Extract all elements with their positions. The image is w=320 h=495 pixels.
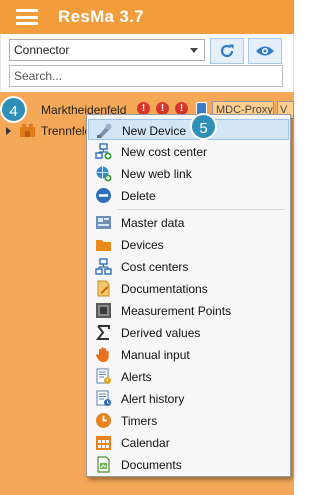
menu-item-devices[interactable]: Devices	[88, 234, 289, 255]
menu-item-documents[interactable]: Documents	[88, 454, 289, 475]
step-badge-4: 4	[0, 96, 27, 123]
step-badge-5: 5	[190, 113, 217, 140]
menu-item-new-device[interactable]: New Device	[88, 119, 289, 140]
documents-icon	[97, 456, 110, 473]
tree-node-label: Trennfeld	[41, 124, 92, 138]
clock-icon	[96, 413, 111, 428]
menu-item-label: Documents	[121, 458, 182, 472]
menu-item-cost-centers[interactable]: Cost centers	[88, 256, 289, 277]
new-device-icon	[97, 123, 112, 138]
alerts-icon	[96, 368, 111, 384]
eye-icon	[256, 46, 274, 56]
menu-item-label: Master data	[121, 216, 185, 230]
menu-item-derived-values[interactable]: Derived values	[88, 322, 289, 343]
menu-item-new-web-link[interactable]: New web link	[88, 163, 289, 184]
menu-item-label: Delete	[121, 189, 156, 203]
devices-folder-icon	[96, 240, 111, 251]
new-web-link-icon	[96, 166, 112, 182]
menu-item-label: Derived values	[121, 326, 201, 340]
alert-history-icon	[96, 390, 111, 406]
title-bar: ResMa 3.7	[0, 0, 294, 34]
app-title: ResMa 3.7	[58, 7, 144, 26]
menu-item-manual-input[interactable]: Manual input	[88, 344, 289, 365]
menu-item-label: Devices	[121, 238, 164, 252]
menu-item-documentations[interactable]: Documentations	[88, 278, 289, 299]
delete-icon	[96, 188, 111, 203]
menu-item-label: New cost center	[121, 145, 208, 159]
menu-separator	[117, 209, 285, 210]
menu-item-label: Manual input	[121, 348, 190, 362]
menu-item-label: Documentations	[121, 282, 208, 296]
building-icon	[20, 124, 35, 137]
cost-centers-icon	[95, 258, 112, 275]
calendar-icon	[96, 436, 111, 450]
hamburger-menu-icon[interactable]	[16, 9, 38, 25]
menu-item-label: Alert history	[121, 392, 185, 406]
menu-item-new-cost-center[interactable]: New cost center	[88, 141, 289, 162]
menu-item-label: Cost centers	[121, 260, 189, 274]
menu-item-label: New web link	[121, 167, 192, 181]
measurement-points-icon	[96, 303, 111, 318]
connector-selector[interactable]: Connector	[9, 39, 205, 61]
menu-item-measurement-points[interactable]: Measurement Points	[88, 300, 289, 321]
menu-item-label: Alerts	[121, 370, 152, 384]
menu-item-label: New Device	[122, 124, 187, 138]
search-input[interactable]	[9, 65, 283, 87]
sigma-icon	[95, 325, 110, 340]
documentations-icon	[97, 280, 110, 297]
refresh-icon	[220, 44, 234, 58]
expand-arrow-icon[interactable]	[6, 127, 11, 135]
menu-item-timers[interactable]: Timers	[88, 410, 289, 431]
menu-item-delete[interactable]: Delete	[88, 185, 289, 206]
menu-item-label: Calendar	[121, 436, 170, 450]
view-button[interactable]	[248, 38, 282, 64]
menu-item-label: Measurement Points	[121, 304, 232, 318]
connector-selector-value: Connector	[14, 43, 70, 57]
menu-item-alerts[interactable]: Alerts	[88, 366, 289, 387]
refresh-button[interactable]	[210, 38, 244, 64]
master-data-icon	[96, 216, 111, 229]
menu-item-alert-history[interactable]: Alert history	[88, 388, 289, 409]
hand-icon	[96, 347, 109, 362]
menu-item-calendar[interactable]: Calendar	[88, 432, 289, 453]
context-menu: New Device New cost center New web link …	[86, 114, 291, 477]
chevron-down-icon	[190, 48, 198, 53]
menu-item-master-data[interactable]: Master data	[88, 212, 289, 233]
menu-item-label: Timers	[121, 414, 158, 428]
new-cost-center-icon	[95, 143, 112, 160]
